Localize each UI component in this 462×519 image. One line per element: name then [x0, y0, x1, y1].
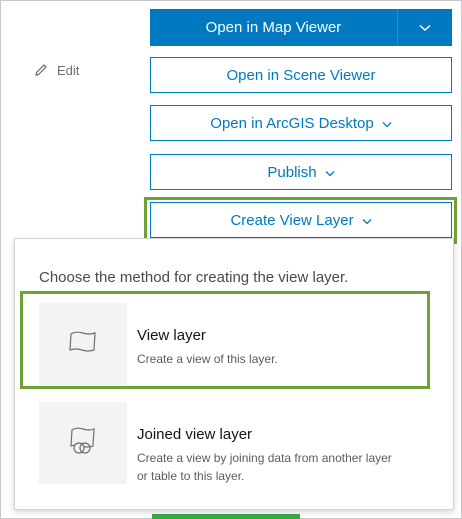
open-arcgis-desktop-button[interactable]: Open in ArcGIS Desktop: [150, 105, 452, 141]
publish-label: Publish: [267, 163, 317, 181]
joined-view-layer-name: Joined view layer: [137, 426, 253, 443]
pencil-icon: [33, 62, 49, 78]
map-viewer-dropdown-button[interactable]: [398, 9, 452, 46]
edit-label: Edit: [57, 62, 80, 78]
edit-link[interactable]: Edit: [33, 62, 79, 78]
chevron-down-icon: [325, 164, 335, 181]
publish-button[interactable]: Publish: [150, 154, 452, 190]
dropdown-title: Choose the method for creating the view …: [39, 269, 349, 286]
chevron-down-icon: [419, 19, 431, 37]
joined-layer-icon: [66, 424, 100, 463]
open-scene-viewer-label: Open in Scene Viewer: [226, 66, 376, 84]
bottom-accent-bar: [152, 514, 300, 519]
chevron-down-icon: [382, 115, 392, 132]
view-layer-option-highlight: [20, 291, 430, 389]
open-scene-viewer-button[interactable]: Open in Scene Viewer: [150, 57, 452, 93]
open-map-viewer-button[interactable]: Open in Map Viewer: [150, 9, 398, 46]
open-arcgis-desktop-label: Open in ArcGIS Desktop: [210, 114, 374, 132]
joined-view-layer-option[interactable]: Joined view layer Create a view by joini…: [39, 402, 429, 484]
joined-view-layer-description: Create a view by joining data from anoth…: [137, 451, 392, 483]
joined-view-layer-thumbnail: [39, 402, 127, 484]
open-map-viewer-group: Open in Map Viewer: [150, 9, 452, 46]
create-view-layer-highlight: [144, 197, 457, 244]
